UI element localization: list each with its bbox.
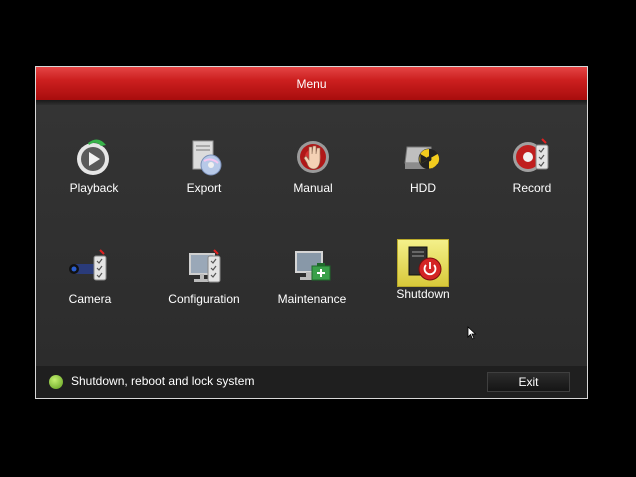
dialog-title: Menu: [296, 76, 327, 91]
record-icon: [506, 133, 558, 181]
menu-item-label: Record: [512, 181, 552, 195]
menu-grid: Playback Export Manual HDD Record Camera…: [36, 105, 587, 367]
help-icon: [49, 375, 63, 389]
menu-item-camera[interactable]: Camera: [45, 244, 135, 306]
maintenance-icon: [286, 244, 338, 292]
menu-item-maintenance[interactable]: Maintenance: [267, 244, 357, 306]
menu-item-configuration[interactable]: Configuration: [159, 244, 249, 306]
menu-item-label: Configuration: [168, 292, 240, 306]
configuration-icon: [178, 244, 230, 292]
menu-item-label: Shutdown: [396, 287, 450, 301]
hdd-icon: [397, 133, 449, 181]
menu-item-shutdown[interactable]: Shutdown: [378, 239, 468, 301]
menu-item-record[interactable]: Record: [487, 133, 577, 195]
menu-item-manual[interactable]: Manual: [268, 133, 358, 195]
menu-item-label: Manual: [293, 181, 333, 195]
menu-dialog: Menu Playback Export Manual HDD Record C…: [35, 66, 588, 399]
menu-item-export[interactable]: Export: [159, 133, 249, 195]
menu-item-label: Camera: [68, 292, 112, 306]
menu-item-label: Maintenance: [277, 292, 347, 306]
camera-icon: [64, 244, 116, 292]
menu-item-label: HDD: [410, 181, 436, 195]
shutdown-icon: [397, 239, 449, 287]
status-bar: Shutdown, reboot and lock system Exit: [36, 366, 587, 398]
menu-item-label: Playback: [69, 181, 119, 195]
status-text: Shutdown, reboot and lock system: [71, 374, 255, 388]
exit-button[interactable]: Exit: [487, 372, 570, 392]
mouse-cursor-icon: [467, 326, 477, 345]
manual-icon: [287, 133, 339, 181]
export-icon: [178, 133, 230, 181]
title-bar: Menu: [36, 67, 587, 100]
menu-item-playback[interactable]: Playback: [49, 133, 139, 195]
menu-item-label: Export: [186, 181, 222, 195]
playback-icon: [68, 133, 120, 181]
menu-item-hdd[interactable]: HDD: [378, 133, 468, 195]
